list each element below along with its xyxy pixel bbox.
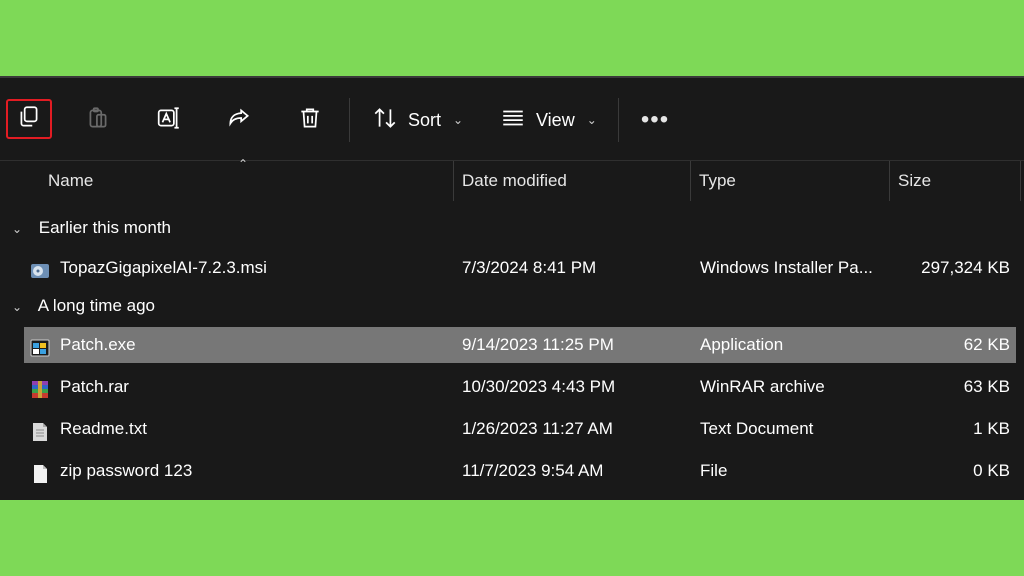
file-name: Readme.txt bbox=[60, 419, 147, 438]
group-label: Earlier this month bbox=[38, 218, 172, 237]
group-header-a-long-time-ago[interactable]: ⌄ A long time ago bbox=[0, 291, 155, 321]
file-size: 62 KB bbox=[963, 335, 1010, 354]
file-row[interactable]: zip password 123 11/7/2023 9:54 AM File … bbox=[24, 453, 1016, 489]
view-list-icon bbox=[500, 105, 526, 136]
column-date-modified[interactable]: Date modified bbox=[454, 161, 690, 201]
chevron-down-icon: ⌄ bbox=[12, 300, 23, 314]
toolbar-separator bbox=[618, 98, 619, 142]
command-bar: Sort ⌄ View ⌄ ••• bbox=[0, 78, 1024, 161]
rename-button[interactable] bbox=[149, 100, 189, 140]
sort-icon bbox=[372, 105, 398, 136]
file-size: 1 KB bbox=[973, 419, 1010, 438]
file-date: 1/26/2023 11:27 AM bbox=[462, 419, 613, 438]
chevron-down-icon: ⌄ bbox=[586, 113, 597, 127]
file-icon bbox=[30, 461, 50, 483]
winrar-archive-icon bbox=[30, 377, 50, 398]
share-icon bbox=[226, 105, 252, 136]
paste-button[interactable] bbox=[78, 100, 118, 140]
file-row[interactable]: Readme.txt 1/26/2023 11:27 AM Text Docum… bbox=[24, 411, 1016, 447]
file-date: 11/7/2023 9:54 AM bbox=[462, 461, 604, 480]
file-type: WinRAR archive bbox=[700, 377, 825, 396]
column-type[interactable]: Type bbox=[691, 161, 889, 201]
file-name: TopazGigapixelAI-7.2.3.msi bbox=[60, 258, 267, 277]
file-row-selected[interactable]: Patch.exe 9/14/2023 11:25 PM Application… bbox=[24, 327, 1016, 363]
file-explorer-window: Sort ⌄ View ⌄ ••• ⌃ Name Date modified T… bbox=[0, 76, 1024, 500]
sort-label: Sort bbox=[408, 109, 442, 130]
file-name: Patch.exe bbox=[60, 335, 136, 354]
chevron-down-icon: ⌄ bbox=[453, 113, 464, 127]
file-name: zip password 123 bbox=[60, 461, 193, 480]
installer-icon bbox=[30, 258, 50, 278]
file-date: 7/3/2024 8:41 PM bbox=[462, 258, 597, 277]
column-divider[interactable] bbox=[1020, 161, 1021, 201]
file-type: Text Document bbox=[700, 419, 814, 438]
copy-icon bbox=[16, 104, 42, 135]
group-label: A long time ago bbox=[37, 296, 155, 315]
file-type: Application bbox=[700, 335, 784, 354]
application-icon bbox=[30, 335, 50, 357]
more-options-button[interactable]: ••• bbox=[632, 100, 678, 140]
trash-icon bbox=[297, 105, 323, 136]
delete-button[interactable] bbox=[290, 100, 330, 140]
more-icon: ••• bbox=[640, 106, 670, 133]
toolbar-separator bbox=[349, 98, 350, 142]
column-name[interactable]: Name bbox=[40, 161, 452, 201]
file-row[interactable]: Patch.rar 10/30/2023 4:43 PM WinRAR arch… bbox=[24, 369, 1016, 405]
file-size: 0 KB bbox=[973, 461, 1010, 480]
file-date: 9/14/2023 11:25 PM bbox=[462, 335, 614, 354]
chevron-down-icon: ⌄ bbox=[12, 222, 23, 236]
column-size[interactable]: Size bbox=[890, 161, 1020, 201]
file-type: Windows Installer Pa... bbox=[700, 258, 873, 277]
file-size: 63 KB bbox=[963, 377, 1010, 396]
sort-button[interactable]: Sort ⌄ bbox=[368, 100, 468, 140]
view-label: View bbox=[536, 109, 575, 130]
paste-icon bbox=[85, 105, 111, 136]
column-header: ⌃ Name Date modified Type Size bbox=[0, 157, 1024, 201]
group-header-earlier-this-month[interactable]: ⌄ Earlier this month bbox=[0, 213, 171, 243]
rename-icon bbox=[156, 105, 182, 136]
text-document-icon bbox=[30, 419, 50, 441]
file-type: File bbox=[700, 461, 728, 480]
copy-button[interactable] bbox=[6, 99, 52, 139]
share-button[interactable] bbox=[219, 100, 259, 140]
file-row[interactable]: TopazGigapixelAI-7.2.3.msi 7/3/2024 8:41… bbox=[24, 250, 1016, 286]
view-button[interactable]: View ⌄ bbox=[496, 100, 606, 140]
file-size: 297,324 KB bbox=[921, 258, 1010, 277]
file-date: 10/30/2023 4:43 PM bbox=[462, 377, 616, 396]
file-name: Patch.rar bbox=[60, 377, 129, 396]
